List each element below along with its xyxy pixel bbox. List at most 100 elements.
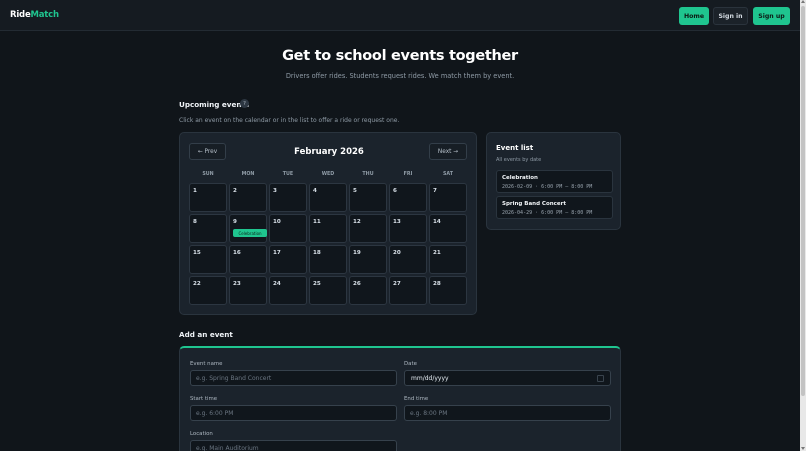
page-title: Get to school events together <box>282 48 518 64</box>
day-number: 26 <box>353 281 361 287</box>
day-number: 5 <box>353 188 357 194</box>
calendar-day[interactable]: 28 <box>429 276 467 305</box>
day-number: 4 <box>313 188 317 194</box>
add-event-heading: Add an event <box>179 330 233 339</box>
calendar-day[interactable]: 3 <box>269 183 307 212</box>
calendar-day[interactable]: 24 <box>269 276 307 305</box>
calendar-day[interactable]: 8 <box>189 214 227 243</box>
calendar-day[interactable]: 15 <box>189 245 227 274</box>
brand-part-match: Match <box>30 10 60 20</box>
event-list-panel: Event list All events by date Celebratio… <box>486 132 621 230</box>
start-time-input[interactable] <box>190 405 397 421</box>
calendar-day[interactable]: 22 <box>189 276 227 305</box>
end-time-label: End time <box>404 396 429 402</box>
event-datetime: 2026-02-09 · 6:00 PM – 8:00 PM <box>502 184 593 190</box>
day-number: 10 <box>273 219 281 225</box>
day-number: 14 <box>433 219 441 225</box>
calendar-day[interactable]: 23 <box>229 276 267 305</box>
day-number: 23 <box>233 281 241 287</box>
calendar-day[interactable]: 1 <box>189 183 227 212</box>
day-number: 12 <box>353 219 361 225</box>
day-number: 17 <box>273 250 281 256</box>
calendar-event-celebration[interactable]: Celebration <box>233 229 267 237</box>
day-number: 28 <box>433 281 441 287</box>
calendar-day[interactable]: 11 <box>309 214 347 243</box>
location-input[interactable] <box>190 440 397 451</box>
start-time-label: Start time <box>190 396 218 402</box>
day-number: 21 <box>433 250 441 256</box>
brand-logo[interactable]: RideMatch <box>10 10 59 20</box>
day-number: 16 <box>233 250 241 256</box>
event-name: Spring Band Concert <box>502 201 566 207</box>
sign-in-button[interactable]: Sign in <box>713 7 748 25</box>
day-number: 25 <box>313 281 321 287</box>
scroll-down-arrow-icon[interactable] <box>801 447 805 450</box>
calendar-day[interactable]: 17 <box>269 245 307 274</box>
page-scrollbar[interactable] <box>800 0 806 451</box>
event-list-subtitle: All events by date <box>496 157 542 163</box>
weekday-header: SUN <box>202 172 214 177</box>
calendar-day[interactable]: 9 Celebration <box>229 214 267 243</box>
calendar-picker-icon[interactable] <box>597 375 604 382</box>
weekday-header: WED <box>321 172 335 177</box>
home-button[interactable]: Home <box>679 7 709 25</box>
event-datetime: 2026-04-29 · 6:00 PM – 8:00 PM <box>502 210 593 216</box>
calendar-day[interactable]: 14 <box>429 214 467 243</box>
calendar-day[interactable]: 18 <box>309 245 347 274</box>
calendar-day[interactable]: 6 <box>389 183 427 212</box>
top-nav-bar: RideMatch Home Sign in Sign up <box>0 0 800 31</box>
calendar-day[interactable]: 4 <box>309 183 347 212</box>
calendar-day[interactable]: 7 <box>429 183 467 212</box>
event-calendar: ← Prev February 2026 Next → SUN MON TUE … <box>179 132 477 315</box>
calendar-day[interactable]: 19 <box>349 245 387 274</box>
page-subtitle: Drivers offer rides. Students request ri… <box>285 72 515 80</box>
calendar-day[interactable]: 27 <box>389 276 427 305</box>
sign-up-button[interactable]: Sign up <box>753 7 790 25</box>
day-number: 24 <box>273 281 281 287</box>
event-name-label: Event name <box>190 361 223 367</box>
location-label: Location <box>190 431 213 437</box>
event-list-item[interactable]: Spring Band Concert 2026-04-29 · 6:00 PM… <box>496 196 613 219</box>
calendar-day[interactable]: 26 <box>349 276 387 305</box>
calendar-day[interactable]: 21 <box>429 245 467 274</box>
weekday-header: THU <box>362 172 374 177</box>
weekday-header: MON <box>241 172 255 177</box>
calendar-day[interactable]: 16 <box>229 245 267 274</box>
day-number: 18 <box>313 250 321 256</box>
calendar-day[interactable]: 25 <box>309 276 347 305</box>
add-event-form: Event name Date mm/dd/yyyy Start time En… <box>179 346 621 451</box>
day-number: 22 <box>193 281 201 287</box>
end-time-input[interactable] <box>404 405 611 421</box>
weekday-header: FRI <box>403 172 413 177</box>
day-number: 11 <box>313 219 321 225</box>
day-number: 6 <box>393 188 397 194</box>
calendar-day[interactable]: 12 <box>349 214 387 243</box>
day-number: 2 <box>233 188 237 194</box>
calendar-day[interactable]: 10 <box>269 214 307 243</box>
calendar-day[interactable]: 20 <box>389 245 427 274</box>
help-icon[interactable]: ? <box>240 99 249 108</box>
next-month-button[interactable]: Next → <box>429 143 467 160</box>
scroll-up-arrow-icon[interactable] <box>801 0 805 3</box>
calendar-day[interactable]: 2 <box>229 183 267 212</box>
day-number: 9 <box>233 219 237 225</box>
event-name: Celebration <box>502 175 538 181</box>
date-label: Date <box>404 361 417 367</box>
day-number: 8 <box>193 219 197 225</box>
day-number: 15 <box>193 250 201 256</box>
date-input[interactable]: mm/dd/yyyy <box>404 370 611 386</box>
day-number: 1 <box>193 188 197 194</box>
date-input-value: mm/dd/yyyy <box>411 375 449 382</box>
upcoming-events-hint: Click an event on the calendar or in the… <box>179 117 400 124</box>
day-number: 7 <box>433 188 437 194</box>
event-name-input[interactable] <box>190 370 397 386</box>
day-number: 13 <box>393 219 401 225</box>
upcoming-events-heading: Upcoming events <box>179 100 250 109</box>
event-list-item[interactable]: Celebration 2026-02-09 · 6:00 PM – 8:00 … <box>496 170 613 193</box>
calendar-day[interactable]: 13 <box>389 214 427 243</box>
calendar-day[interactable]: 5 <box>349 183 387 212</box>
day-number: 27 <box>393 281 401 287</box>
event-list-title: Event list <box>496 144 534 152</box>
scroll-thumb[interactable] <box>801 6 805 396</box>
day-number: 19 <box>353 250 361 256</box>
